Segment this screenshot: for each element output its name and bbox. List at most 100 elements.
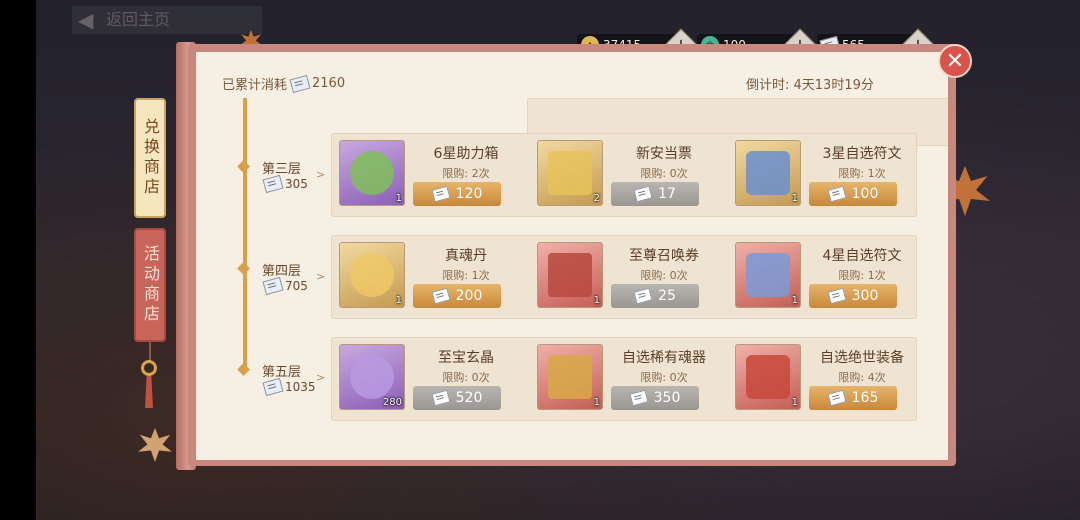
ticket-icon <box>633 287 653 305</box>
ticket-icon <box>262 276 284 296</box>
back-arrow-icon: ◀ <box>78 8 94 32</box>
close-button[interactable]: ✕ <box>938 44 972 78</box>
item-thumbnail: 2 <box>537 140 603 206</box>
item-qty: 280 <box>382 397 402 408</box>
item-price: 120 <box>455 186 483 202</box>
tier-name: 第四层 <box>262 264 302 279</box>
item-name: 至尊召唤券 <box>629 248 699 264</box>
tier-cost: 1035 <box>260 377 316 397</box>
item-price: 25 <box>658 288 676 304</box>
buy-button[interactable]: 300 <box>809 284 897 308</box>
buy-button[interactable]: 17 <box>611 182 699 206</box>
chevron-right-icon: > <box>316 168 326 181</box>
item-price: 17 <box>658 186 676 202</box>
tassel-cord <box>149 342 151 362</box>
spent-label: 已累计消耗 <box>222 78 288 93</box>
tier-name: 第三层 <box>262 162 302 177</box>
tassel-ring-icon <box>141 360 157 376</box>
shop-item[interactable]: 1 自选绝世装备 限购: 4次 165 <box>727 344 917 414</box>
item-limit: 限购: 2次 <box>442 167 490 180</box>
ticket-icon <box>827 287 847 305</box>
item-name: 6星助力箱 <box>433 146 499 162</box>
ticket-icon <box>827 185 847 203</box>
buy-button[interactable]: 165 <box>809 386 897 410</box>
tier-cost-value: 1035 <box>285 380 316 394</box>
item-qty: 2 <box>593 193 600 204</box>
soul-pill-icon <box>350 253 394 297</box>
item-limit: 限购: 1次 <box>838 167 886 180</box>
item-limit: 限购: 0次 <box>442 371 490 384</box>
shop-item[interactable]: 1 6星助力箱 限购: 2次 120 <box>331 140 521 210</box>
back-button[interactable]: ◀ 返回主页 <box>72 6 262 34</box>
ticket-icon <box>289 74 311 93</box>
shop-row-tier-4: 1 真魂丹 限购: 1次 200 1 至尊召唤券 限购: 0次 25 1 4星自… <box>331 235 917 319</box>
item-limit: 限购: 1次 <box>442 269 490 282</box>
item-name: 至宝玄晶 <box>438 350 494 366</box>
shop-row-tier-3: 1 6星助力箱 限购: 2次 120 2 新安当票 限购: 0次 17 1 3星… <box>331 133 917 217</box>
tier-cost: 705 <box>260 276 308 296</box>
buy-button[interactable]: 200 <box>413 284 501 308</box>
item-qty: 1 <box>791 397 798 408</box>
tier-cost: 305 <box>260 174 308 194</box>
item-name: 4星自选符文 <box>822 248 902 264</box>
shop-item[interactable]: 280 至宝玄晶 限购: 0次 520 <box>331 344 521 414</box>
item-name: 真魂丹 <box>445 248 487 264</box>
ticket-icon <box>431 287 451 305</box>
item-limit: 限购: 0次 <box>640 167 688 180</box>
item-qty: 1 <box>395 193 402 204</box>
item-thumbnail: 1 <box>339 242 405 308</box>
item-price: 300 <box>851 288 879 304</box>
buy-button[interactable]: 520 <box>413 386 501 410</box>
item-price: 520 <box>455 390 483 406</box>
ticket-icon <box>431 389 451 407</box>
item-price: 350 <box>653 390 681 406</box>
tier-name: 第五层 <box>262 365 302 380</box>
item-limit: 限购: 0次 <box>640 269 688 282</box>
item-limit: 限购: 0次 <box>640 371 688 384</box>
tab-exchange-shop[interactable]: 兑换商店 <box>134 98 166 218</box>
item-thumbnail: 1 <box>735 140 801 206</box>
summon-scroll-icon <box>548 253 592 297</box>
screen-edge <box>0 0 36 520</box>
ticket-icon <box>262 377 284 397</box>
shop-item[interactable]: 1 至尊召唤券 限购: 0次 25 <box>529 242 719 312</box>
buy-button[interactable]: 100 <box>809 182 897 206</box>
item-qty: 1 <box>593 295 600 306</box>
item-thumbnail: 1 <box>339 140 405 206</box>
pawn-ticket-icon <box>548 151 592 195</box>
chevron-right-icon: > <box>316 371 326 384</box>
buy-button[interactable]: 25 <box>611 284 699 308</box>
countdown-timer: 倒计时: 4天13时19分 <box>746 78 874 93</box>
shop-item[interactable]: 2 新安当票 限购: 0次 17 <box>529 140 719 210</box>
item-price: 165 <box>851 390 879 406</box>
item-name: 新安当票 <box>636 146 692 162</box>
buy-button[interactable]: 120 <box>413 182 501 206</box>
shop-item[interactable]: 1 自选稀有魂器 限购: 0次 350 <box>529 344 719 414</box>
shop-item[interactable]: 1 4星自选符文 限购: 1次 300 <box>727 242 917 312</box>
rune-chest-icon <box>746 151 790 195</box>
tier-cost-value: 305 <box>285 177 308 191</box>
tier-cost-value: 705 <box>285 279 308 293</box>
shop-item[interactable]: 1 真魂丹 限购: 1次 200 <box>331 242 521 312</box>
shop-item[interactable]: 1 3星自选符文 限购: 1次 100 <box>727 140 917 210</box>
spent-summary: 已累计消耗 2160 <box>222 74 345 93</box>
item-name: 自选绝世装备 <box>820 350 904 366</box>
crystal-icon <box>350 355 394 399</box>
item-thumbnail: 280 <box>339 344 405 410</box>
item-thumbnail: 1 <box>537 242 603 308</box>
item-limit: 限购: 4次 <box>838 371 886 384</box>
item-price: 200 <box>455 288 483 304</box>
back-label: 返回主页 <box>106 10 171 29</box>
item-thumbnail: 1 <box>735 344 801 410</box>
spent-value: 2160 <box>312 76 346 91</box>
soul-weapon-box-icon <box>548 355 592 399</box>
item-limit: 限购: 1次 <box>838 269 886 282</box>
tab-event-shop[interactable]: 活动商店 <box>134 228 166 342</box>
item-qty: 1 <box>593 397 600 408</box>
item-qty: 1 <box>395 295 402 306</box>
buy-button[interactable]: 350 <box>611 386 699 410</box>
ticket-icon <box>629 389 649 407</box>
item-name: 自选稀有魂器 <box>622 350 706 366</box>
equipment-chest-icon <box>746 355 790 399</box>
item-name: 3星自选符文 <box>822 146 902 162</box>
